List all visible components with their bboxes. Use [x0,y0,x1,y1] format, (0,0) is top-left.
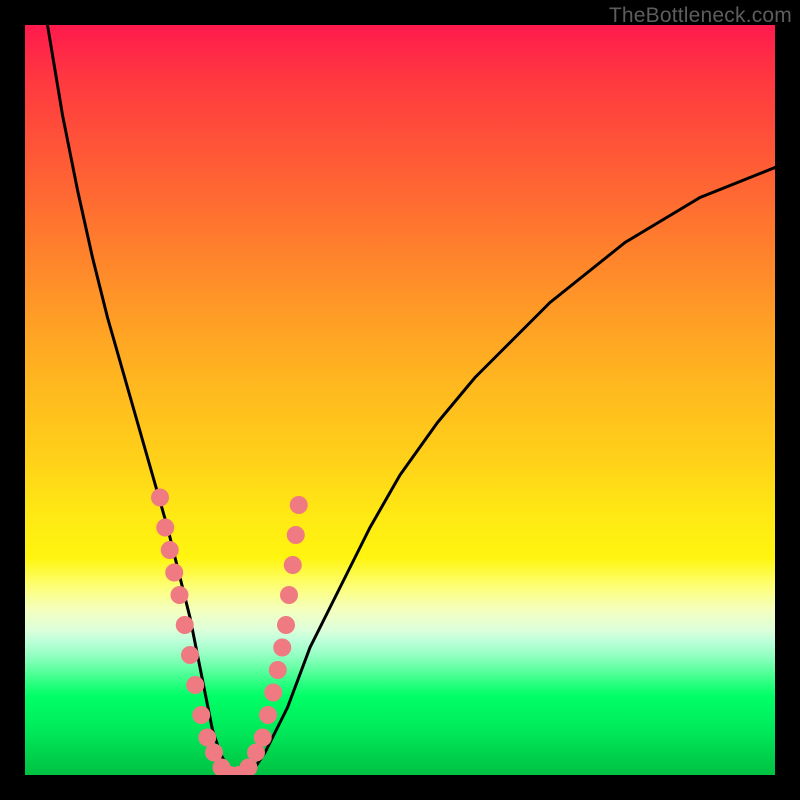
curve-layer [25,25,775,775]
data-point [264,684,282,702]
plot-area [25,25,775,775]
data-point [156,519,174,537]
data-point [259,706,277,724]
data-point [181,646,199,664]
data-point [186,676,204,694]
bottleneck-curve [48,25,776,775]
data-point [171,586,189,604]
data-point [269,661,287,679]
data-point [287,526,305,544]
data-point [284,556,302,574]
data-point [254,729,272,747]
data-point [290,496,308,514]
data-point [277,616,295,634]
data-point [165,564,183,582]
data-point [161,541,179,559]
data-point [192,706,210,724]
data-point [273,639,291,657]
watermark-text: TheBottleneck.com [609,4,792,28]
data-point [280,586,298,604]
data-point [151,489,169,507]
chart-frame: TheBottleneck.com [0,0,800,800]
marker-group [151,489,308,776]
data-point [176,616,194,634]
